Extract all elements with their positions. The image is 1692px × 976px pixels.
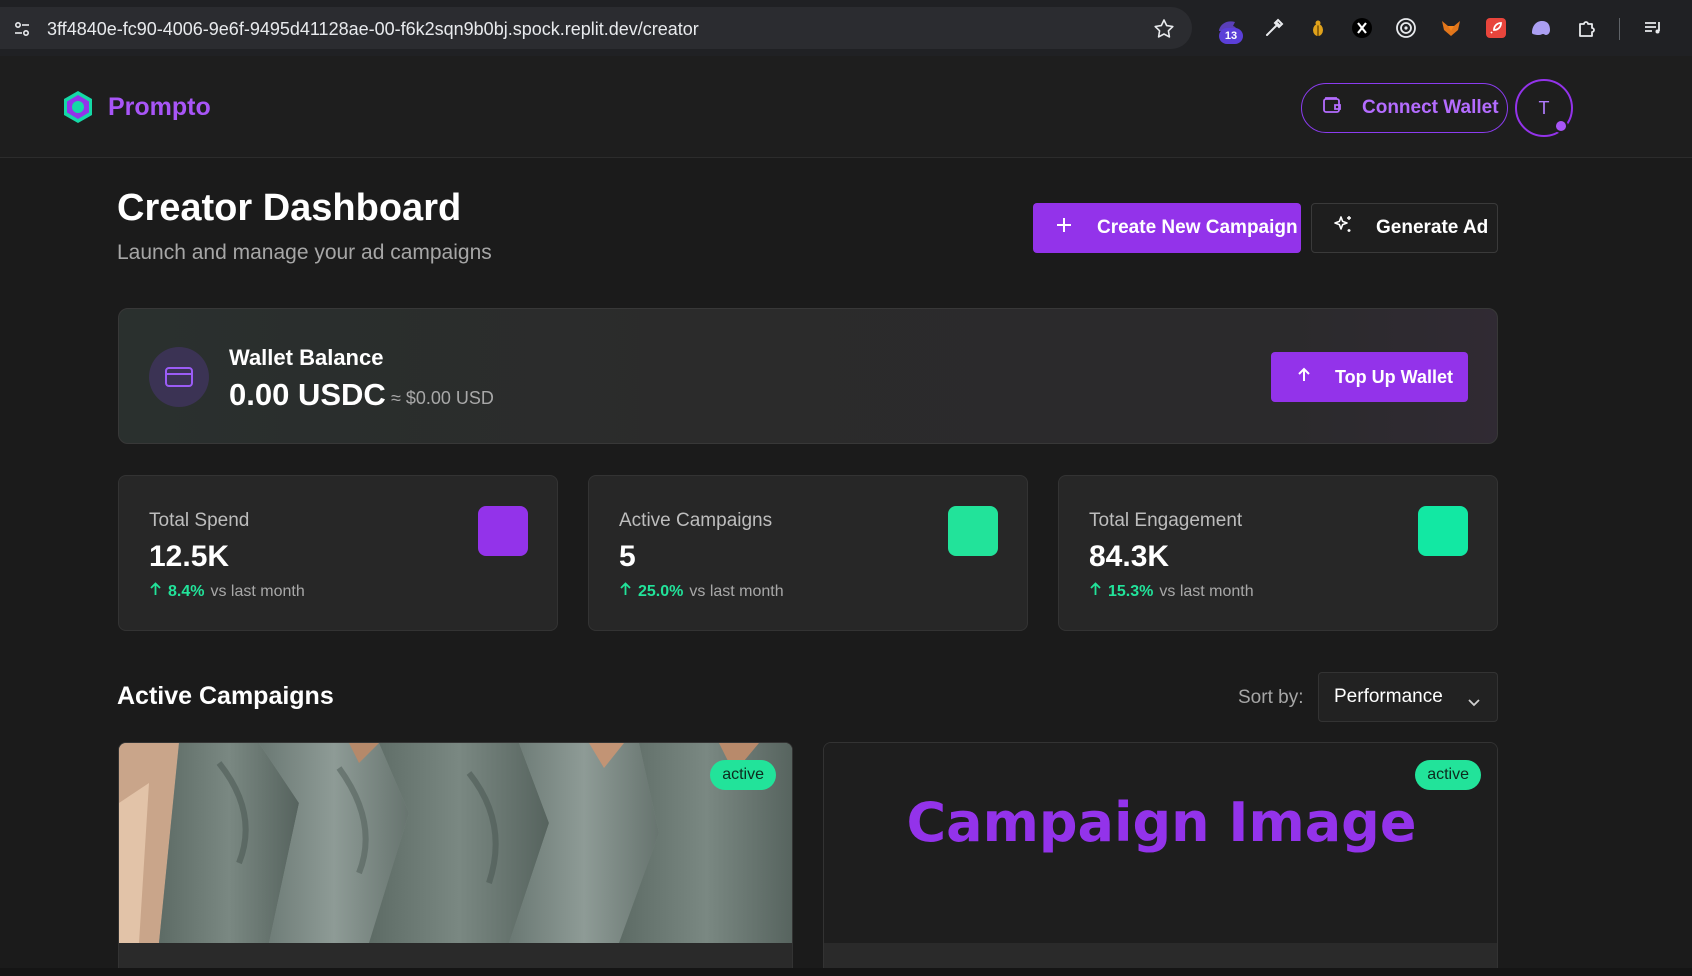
top-up-wallet-label: Top Up Wallet [1335, 366, 1453, 387]
trend-up-icon [619, 582, 632, 601]
avatar-initial: T [1538, 97, 1550, 118]
sort-select[interactable]: Performance [1318, 672, 1498, 722]
stat-value: 5 [619, 540, 636, 573]
create-campaign-button[interactable]: Create New Campaign [1033, 203, 1301, 253]
stat-change-percent: 8.4% [168, 582, 205, 600]
ghost-icon[interactable] [1529, 16, 1553, 40]
wallet-usd-equivalent: ≈ $0.00 USD [391, 388, 494, 408]
active-campaigns-heading: Active Campaigns [117, 682, 334, 710]
address-bar[interactable]: 3ff4840e-fc90-4006-9e6f-9495d41128ae-00-… [0, 7, 1192, 49]
sort-label: Sort by: [1238, 687, 1304, 708]
status-badge: active [1415, 760, 1481, 790]
logo-hexagon-icon[interactable] [61, 90, 95, 124]
trend-up-icon [149, 582, 162, 601]
url-text[interactable]: 3ff4840e-fc90-4006-9e6f-9495d41128ae-00-… [47, 19, 699, 40]
stat-card-total-engagement: Total Engagement 84.3K 15.3% vs last mon… [1058, 475, 1498, 631]
stat-change-percent: 15.3% [1108, 582, 1154, 600]
top-up-wallet-button[interactable]: Top Up Wallet [1271, 352, 1468, 402]
campaign-image [119, 743, 792, 943]
credit-card-icon [149, 347, 209, 407]
create-campaign-label: Create New Campaign [1097, 217, 1298, 238]
stat-change: 15.3% vs last month [1089, 582, 1254, 601]
trend-up-icon [1089, 582, 1102, 601]
campaign-image-placeholder: Campaign Image [824, 743, 1497, 943]
wallet-balance-card: Wallet Balance 0.00 USDC ≈ $0.00 USD Top… [118, 308, 1498, 444]
site-info-icon[interactable] [8, 15, 36, 43]
stat-change: 25.0% vs last month [619, 582, 784, 601]
stat-change-suffix: vs last month [689, 582, 784, 600]
page-bottom-edge [0, 968, 1692, 976]
rocket-icon[interactable] [1484, 16, 1508, 40]
extension-badge: 13 [1219, 28, 1243, 44]
stat-card-total-spend: Total Spend 12.5K 8.4% vs last month [118, 475, 558, 631]
online-status-dot [1554, 119, 1568, 133]
campaign-placeholder-text: Campaign Image [906, 791, 1417, 854]
wallet-balance-label: Wallet Balance [229, 345, 384, 370]
stat-card-active-campaigns: Active Campaigns 5 25.0% vs last month [588, 475, 1028, 631]
page-title: Creator Dashboard [117, 187, 462, 229]
bookmark-star-icon[interactable] [1152, 17, 1176, 41]
wallet-balance-amount: 0.00 USDC [229, 377, 386, 412]
wallet-icon [1322, 95, 1342, 121]
brand-name[interactable]: Prompto [108, 93, 211, 122]
stat-value: 12.5K [149, 540, 230, 573]
sparkles-icon [1332, 214, 1354, 242]
campaign-card[interactable]: Campaign Image active [823, 742, 1498, 976]
toolbar-divider [1619, 18, 1620, 40]
connect-wallet-button[interactable]: Connect Wallet [1301, 83, 1508, 133]
stat-swatch [478, 506, 528, 556]
app-header: Prompto Connect Wallet T [0, 56, 1692, 158]
stat-change-suffix: vs last month [210, 582, 305, 600]
stat-change-percent: 25.0% [638, 582, 684, 600]
x-logo-icon[interactable] [1350, 16, 1374, 40]
stat-label: Active Campaigns [619, 510, 773, 531]
page-subtitle: Launch and manage your ad campaigns [117, 241, 492, 264]
connect-wallet-label: Connect Wallet [1362, 97, 1499, 118]
arrow-up-icon [1295, 366, 1313, 389]
stat-swatch [948, 506, 998, 556]
chevron-down-icon [1467, 691, 1481, 713]
generate-ad-button[interactable]: Generate Ad [1311, 203, 1498, 253]
target-icon[interactable] [1394, 16, 1418, 40]
stat-change: 8.4% vs last month [149, 582, 305, 601]
stat-label: Total Spend [149, 510, 250, 531]
fox-icon[interactable] [1439, 16, 1463, 40]
sort-select-value: Performance [1334, 686, 1443, 707]
status-badge: active [710, 760, 776, 790]
campaign-card[interactable]: active [118, 742, 793, 976]
eyedropper-icon[interactable] [1262, 16, 1286, 40]
plus-icon [1055, 216, 1073, 240]
stat-label: Total Engagement [1089, 510, 1243, 531]
media-list-icon[interactable] [1641, 16, 1665, 40]
puzzle-icon[interactable] [1575, 16, 1599, 40]
stat-change-suffix: vs last month [1159, 582, 1254, 600]
stat-swatch [1418, 506, 1468, 556]
bug-icon[interactable] [1306, 16, 1330, 40]
generate-ad-label: Generate Ad [1376, 217, 1489, 238]
stat-value: 84.3K [1089, 540, 1170, 573]
browser-toolbar: 3ff4840e-fc90-4006-9e6f-9495d41128ae-00-… [0, 0, 1692, 56]
